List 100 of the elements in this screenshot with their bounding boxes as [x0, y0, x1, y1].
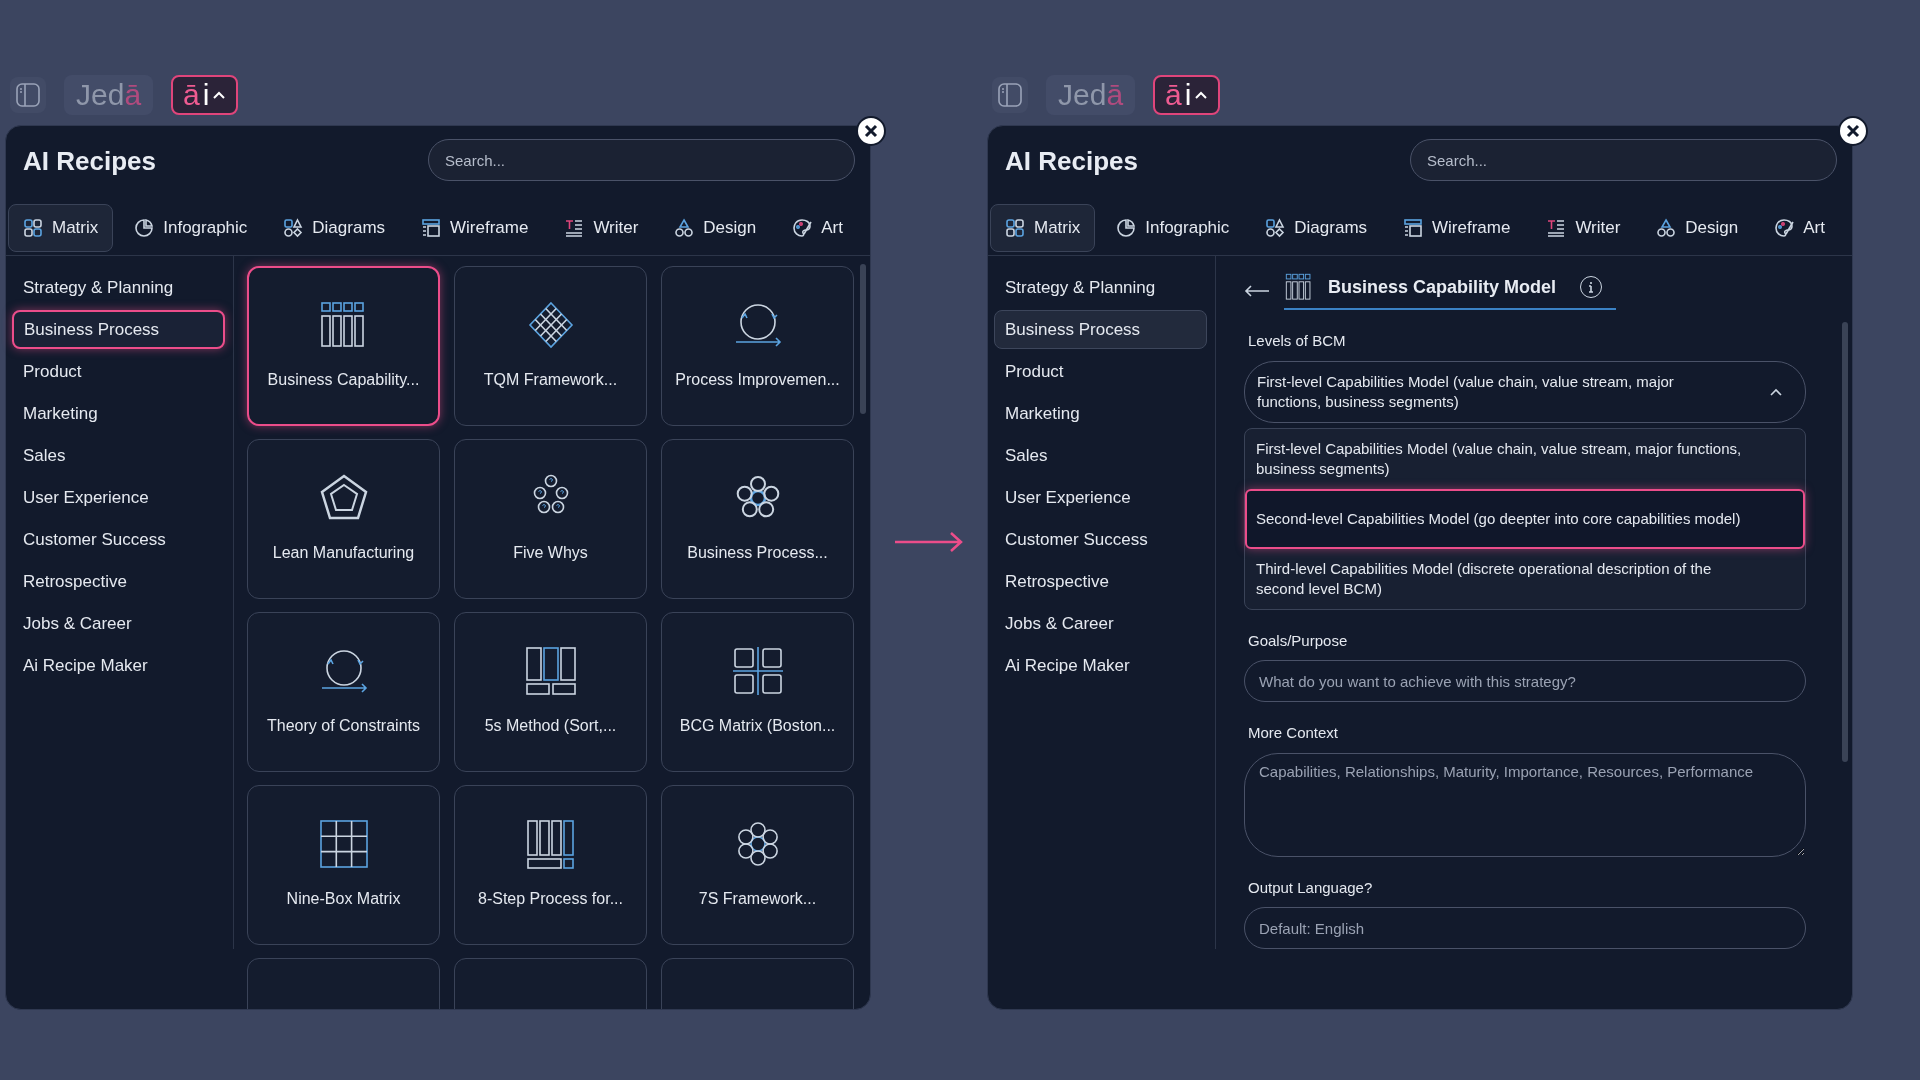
category-item[interactable]: User Experience	[12, 478, 225, 517]
category-item[interactable]: Business Process	[994, 310, 1207, 349]
close-icon	[1846, 124, 1860, 138]
search-field[interactable]: Search...	[1410, 139, 1837, 181]
field-label: Output Language?	[1247, 877, 1374, 898]
category-item[interactable]: Ai Recipe Maker	[12, 646, 225, 685]
caret-icon	[212, 90, 227, 100]
dropdown-option[interactable]: Third-level Capabilities Model (discrete operational description of the second level BCM)	[1245, 548, 1805, 609]
recipe-title: BCG Matrix (Boston...	[679, 716, 836, 736]
scrollbar[interactable]	[1842, 322, 1848, 762]
panel-title: AI Recipes	[1005, 145, 1138, 178]
tab[interactable]: Infographic	[1101, 203, 1245, 252]
recipe-title: Process Improvemen...	[675, 370, 840, 390]
category-item[interactable]: Product	[12, 352, 225, 391]
recipe-card[interactable]: Theory of Constraints	[247, 612, 440, 772]
tab[interactable]: Wireframe	[406, 203, 544, 252]
recipe-card[interactable]: TQM Framework...	[454, 266, 647, 426]
category-item[interactable]: Sales	[994, 436, 1207, 475]
tab[interactable]: Writer	[549, 203, 654, 252]
palette-icon	[1774, 217, 1795, 238]
category-item[interactable]: Business Process	[12, 310, 225, 349]
recipe-title: TQM Framework...	[483, 370, 618, 390]
tab[interactable]: Design	[1641, 203, 1754, 252]
recipe-card[interactable]: BCG Matrix (Boston...	[661, 612, 854, 772]
category-item[interactable]: Retrospective	[994, 562, 1207, 601]
recipe-card[interactable]: 5s Method (Sort,...	[454, 612, 647, 772]
chevron-up-icon	[1769, 386, 1783, 397]
category-item[interactable]: Marketing	[994, 394, 1207, 433]
tab[interactable]: Infographic	[119, 203, 263, 252]
shapes-icon	[283, 217, 304, 238]
grid-icon	[1005, 217, 1025, 238]
dropdown-option[interactable]: Second-level Capabilities Model (go deepter into core capabilities model)	[1245, 488, 1805, 549]
field-label: More Context	[1247, 723, 1340, 743]
panel-title: AI Recipes	[23, 145, 156, 178]
caret-icon	[1194, 90, 1209, 100]
sidebar-toggle-button[interactable]	[10, 77, 46, 113]
recipe-card[interactable]: 8-Step Process for...	[454, 785, 647, 945]
recipe-title: 8-Step Process for...	[478, 889, 623, 909]
category-item[interactable]: Customer Success	[12, 520, 225, 559]
recipe-title: Five Whys	[513, 543, 588, 563]
category-item[interactable]: Retrospective	[12, 562, 225, 601]
sidebar-icon	[997, 82, 1023, 108]
sidebar-icon	[15, 82, 41, 108]
columns-icon	[1284, 272, 1314, 302]
tab[interactable]: Art	[777, 203, 858, 252]
right-arrow-icon	[893, 529, 965, 554]
category-item[interactable]: User Experience	[994, 478, 1207, 517]
category-item[interactable]: Marketing	[12, 394, 225, 433]
recipe-card[interactable]: Lean Manufacturing	[247, 439, 440, 599]
text-lines-icon	[564, 217, 585, 238]
input-field[interactable]: What do you want to achieve with this strategy?	[1244, 660, 1806, 702]
tab[interactable]: Matrix	[990, 203, 1096, 252]
recipe-card[interactable]: 7S Framework...	[661, 785, 854, 945]
recipe-card[interactable]: Process Improvemen...	[661, 266, 854, 426]
category-item[interactable]: Customer Success	[994, 520, 1207, 559]
recipe-card[interactable]: Business Capability...	[247, 266, 440, 426]
recipe-card[interactable]: Five Whys	[454, 439, 647, 599]
quadrant-icon	[731, 646, 784, 696]
dropdown-option[interactable]: First-level Capabilities Model (value chain, value stream, major functions, business segments)	[1245, 428, 1805, 489]
close-button[interactable]	[1838, 116, 1868, 146]
category-item[interactable]: Jobs & Career	[12, 604, 225, 643]
recipe-title: 5s Method (Sort,...	[484, 716, 617, 736]
back-arrow-icon	[1244, 284, 1270, 298]
field-label: Goals/Purpose	[1247, 630, 1349, 651]
category-item[interactable]: Ai Recipe Maker	[994, 646, 1207, 685]
textarea-field[interactable]: Capabilities, Relationships, Maturity, Importance, Resources, Performance	[1244, 752, 1806, 857]
recipe-title: Lean Manufacturing	[272, 543, 415, 563]
tab[interactable]: Wireframe	[1388, 203, 1526, 252]
ai-menu-button[interactable]: āi	[171, 75, 239, 115]
recipe-title: Business Capability Model	[1328, 275, 1557, 299]
tab[interactable]: Design	[659, 203, 772, 252]
shapes-icon	[1265, 217, 1286, 238]
search-field[interactable]: Search...	[428, 139, 855, 181]
tab[interactable]: Matrix	[8, 203, 114, 252]
tab[interactable]: Writer	[1531, 203, 1636, 252]
category-item[interactable]: Product	[994, 352, 1207, 391]
layout-icon	[1403, 217, 1423, 238]
sidebar-toggle-button[interactable]	[992, 77, 1028, 113]
tab[interactable]: Diagrams	[1250, 203, 1383, 252]
layout-icon	[421, 217, 441, 238]
category-item[interactable]: Strategy & Planning	[994, 268, 1207, 307]
text-lines-icon	[1546, 217, 1567, 238]
category-item[interactable]: Sales	[12, 436, 225, 475]
tab[interactable]: Art	[1759, 203, 1840, 252]
category-item[interactable]: Jobs & Career	[994, 604, 1207, 643]
tab[interactable]: Diagrams	[268, 203, 401, 252]
recipe-card[interactable]: Nine-Box Matrix	[247, 785, 440, 945]
recipe-card[interactable]: Business Process...	[661, 439, 854, 599]
scrollbar[interactable]	[860, 264, 866, 414]
category-item[interactable]: Strategy & Planning	[12, 268, 225, 307]
input-field[interactable]: Default: English	[1244, 907, 1806, 949]
ai-menu-button[interactable]: āi	[1153, 75, 1221, 115]
grid-icon	[23, 217, 43, 238]
close-button[interactable]	[856, 116, 886, 146]
select-field[interactable]: First-level Capabilities Model (value chain, value stream, major functions, business segments)	[1244, 360, 1806, 423]
shapes-icon	[1656, 217, 1677, 238]
grid-icon	[317, 819, 370, 869]
recipe-title: Business Capability...	[267, 370, 420, 390]
pie-chart-icon	[134, 217, 155, 238]
columns-icon	[524, 646, 577, 696]
